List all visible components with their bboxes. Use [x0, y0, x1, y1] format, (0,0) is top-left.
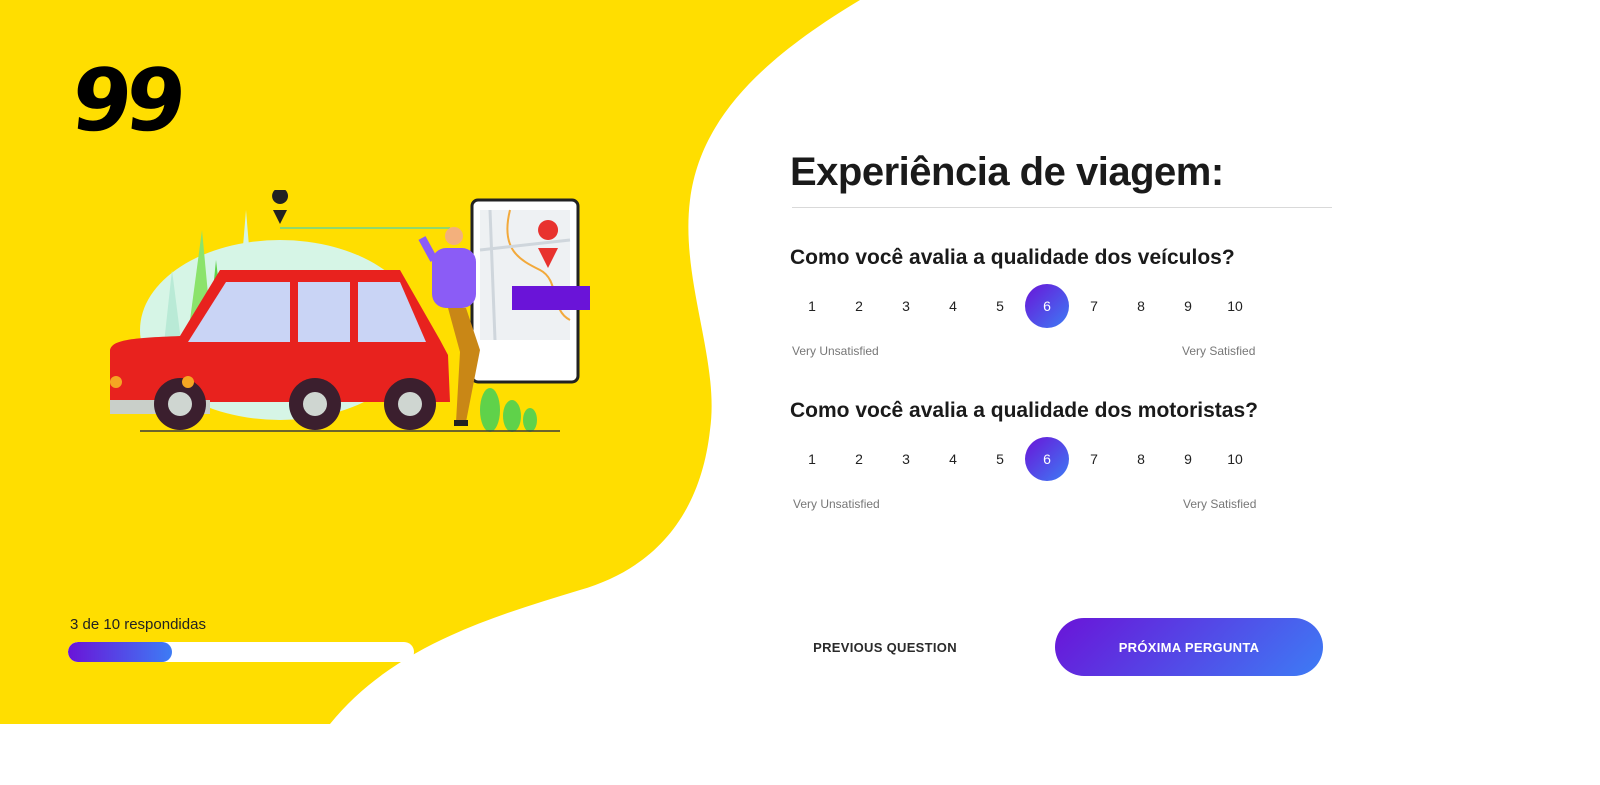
progress-label: 3 de 10 respondidas — [70, 616, 206, 633]
rating-scale-vehicles: 1 2 3 4 5 6 7 8 9 10 — [790, 284, 1260, 330]
rating-option[interactable]: 9 — [1166, 437, 1210, 481]
next-question-button[interactable]: PRÓXIMA PERGUNTA — [1055, 618, 1323, 676]
progress-bar-fill — [68, 642, 172, 662]
rating-option[interactable]: 9 — [1166, 284, 1210, 328]
rating-option[interactable]: 10 — [1213, 437, 1257, 481]
rating-option[interactable]: 4 — [931, 437, 975, 481]
trip-illustration — [110, 190, 590, 432]
rating-option[interactable]: 4 — [931, 284, 975, 328]
rating-scale-drivers: 1 2 3 4 5 6 7 8 9 10 — [790, 437, 1260, 483]
rating-option[interactable]: 10 — [1213, 284, 1257, 328]
scale-max-label: Very Satisfied — [1183, 497, 1257, 511]
rating-option[interactable]: 2 — [837, 284, 881, 328]
page-title: Experiência de viagem: — [790, 150, 1224, 194]
question-drivers: Como você avalia a qualidade dos motoris… — [790, 399, 1258, 422]
location-pin-icon — [272, 190, 450, 229]
rating-option[interactable]: 1 — [790, 437, 834, 481]
rating-option[interactable]: 3 — [884, 284, 928, 328]
rating-option[interactable]: 8 — [1119, 437, 1163, 481]
title-divider — [792, 207, 1332, 208]
brand-logo: 99 — [66, 51, 185, 151]
plant-icon — [480, 388, 537, 432]
rating-option[interactable]: 8 — [1119, 284, 1163, 328]
progress-bar — [68, 642, 414, 662]
phone-map-icon — [470, 198, 590, 384]
scale-min-label: Very Unsatisfied — [793, 497, 880, 511]
question-vehicles: Como você avalia a qualidade dos veículo… — [790, 246, 1235, 269]
rating-option[interactable]: 7 — [1072, 437, 1116, 481]
rating-option[interactable]: 1 — [790, 284, 834, 328]
rating-option[interactable]: 3 — [884, 437, 928, 481]
rating-option[interactable]: 6 — [1025, 284, 1069, 328]
rating-option[interactable]: 5 — [978, 284, 1022, 328]
rating-option[interactable]: 7 — [1072, 284, 1116, 328]
scale-min-label: Very Unsatisfied — [792, 344, 879, 358]
previous-question-button[interactable]: PREVIOUS QUESTION — [790, 632, 980, 662]
rating-option[interactable]: 5 — [978, 437, 1022, 481]
scale-max-label: Very Satisfied — [1182, 344, 1256, 358]
rating-option[interactable]: 2 — [837, 437, 881, 481]
rating-option[interactable]: 6 — [1025, 437, 1069, 481]
